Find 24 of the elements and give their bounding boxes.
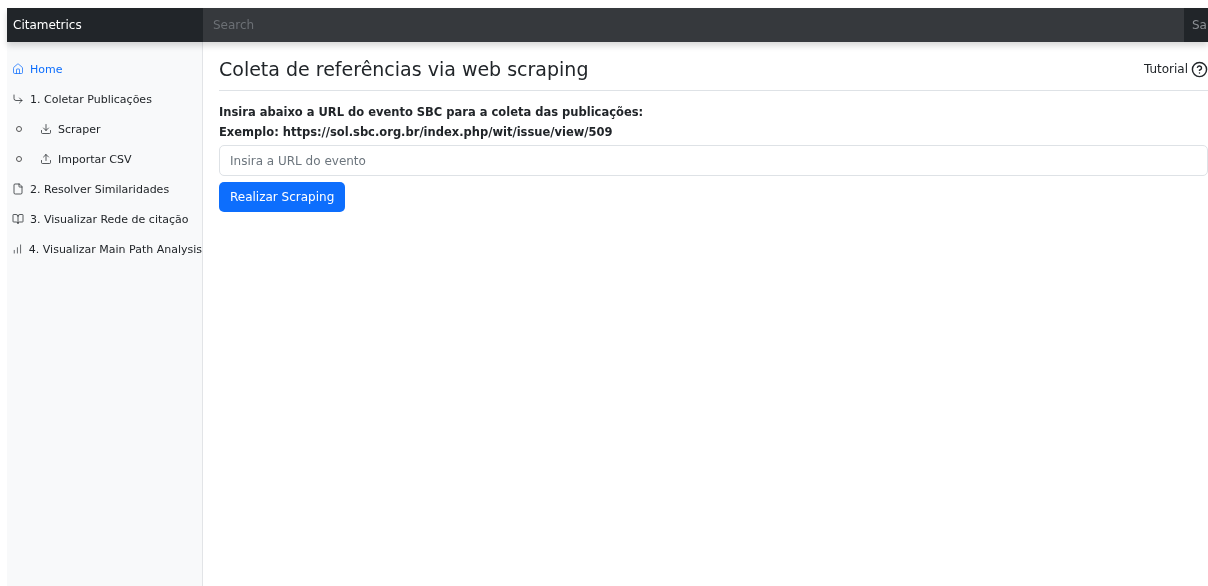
book-icon bbox=[12, 213, 24, 225]
corner-arrow-icon bbox=[12, 93, 24, 105]
search-field[interactable]: Search bbox=[203, 8, 1184, 42]
help-icon bbox=[1191, 60, 1208, 78]
upload-icon bbox=[40, 153, 52, 165]
sidebar-item[interactable]: 3. Visualizar Rede de citação bbox=[7, 204, 202, 234]
file-icon bbox=[12, 183, 24, 195]
page-title: Coleta de referências via web scraping bbox=[219, 58, 589, 80]
sidebar-item[interactable]: 2. Resolver Similaridades bbox=[7, 174, 202, 204]
example-text: Exemplo: https://sol.sbc.org.br/index.php/wit/issue/view/509 bbox=[219, 125, 614, 139]
url-field[interactable]: Insira a URL do evento bbox=[219, 145, 1208, 176]
sidebar-item[interactable]: Importar CSV bbox=[7, 144, 202, 174]
sidebar-item[interactable]: 4. Visualizar Main Path Analysis bbox=[7, 234, 202, 264]
navbar-button[interactable]: Sa bbox=[1184, 8, 1208, 42]
brand-name: Citametrics bbox=[12, 17, 83, 34]
tutorial-link[interactable]: Tutorial bbox=[1143, 60, 1208, 78]
download-icon bbox=[40, 123, 52, 135]
bar-chart-icon bbox=[12, 243, 23, 255]
sidebar-item[interactable]: Scraper bbox=[7, 114, 202, 144]
scraping-button[interactable]: Realizar Scraping bbox=[219, 182, 346, 212]
home-icon bbox=[12, 63, 24, 75]
instruction-text: Insira abaixo a URL do evento SBC para a coleta das publicações: bbox=[219, 105, 645, 119]
sidebar-item[interactable]: 1. Coletar Publicações bbox=[7, 84, 202, 114]
sidebar-item[interactable]: Home bbox=[7, 54, 202, 84]
